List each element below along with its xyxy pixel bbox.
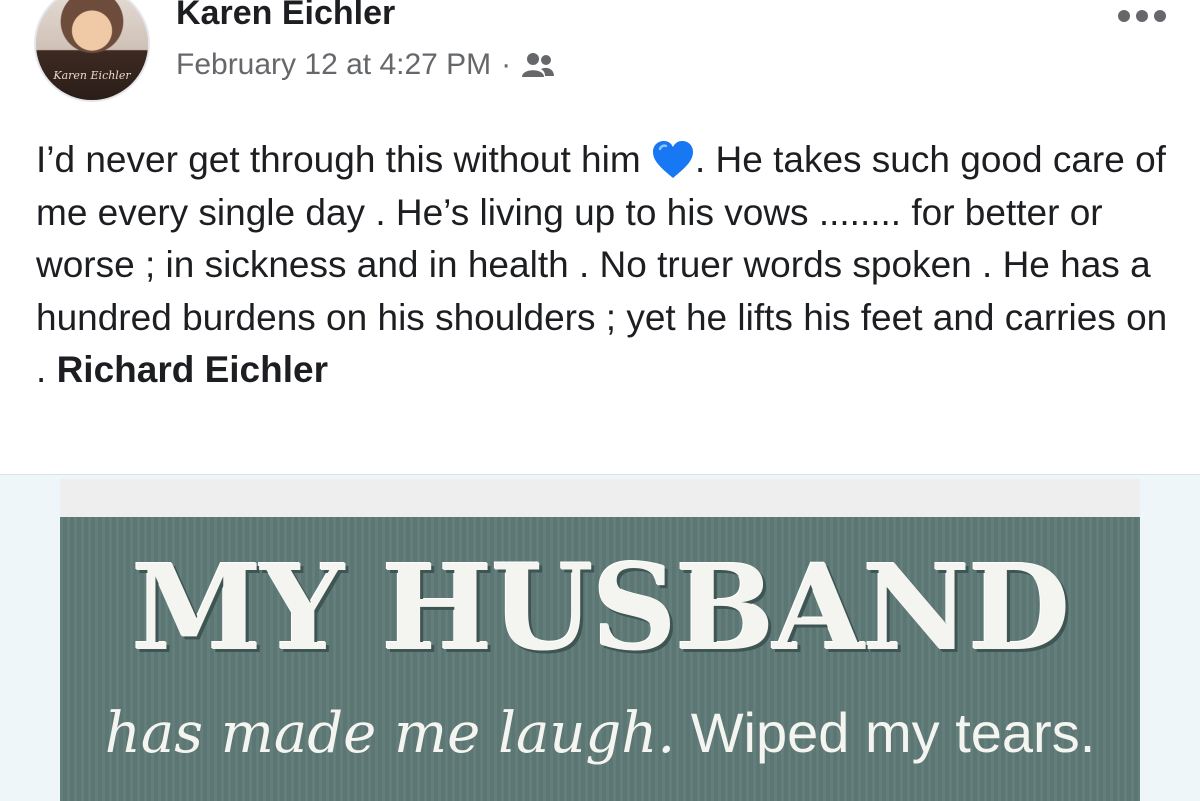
post-header: Karen Eichler Karen Eichler February 12 …: [0, 0, 1200, 120]
sign-title: MY HUSBAND: [131, 538, 1070, 677]
more-dot: [1154, 10, 1166, 22]
post-text: I’d never get through this without him .…: [36, 134, 1176, 397]
sign-script-text: has made me laugh.: [104, 701, 676, 766]
tagged-user-link[interactable]: Richard Eichler: [57, 349, 328, 390]
sign-plain-text: Wiped my tears.: [675, 701, 1096, 764]
post-timestamp[interactable]: February 12 at 4:27 PM: [176, 48, 491, 82]
more-dot: [1136, 10, 1148, 22]
blue-heart-icon: [651, 140, 695, 180]
meta-separator: ·: [501, 48, 512, 81]
avatar[interactable]: Karen Eichler: [34, 0, 150, 102]
sign-subtitle: has made me laugh. Wiped my tears.: [60, 705, 1140, 762]
more-dot: [1118, 10, 1130, 22]
friends-icon[interactable]: [521, 51, 555, 79]
author-name[interactable]: Karen Eichler: [176, 0, 395, 33]
post-image[interactable]: MY HUSBAND has made me laugh. Wiped my t…: [0, 474, 1200, 801]
avatar-signature: Karen Eichler: [53, 69, 131, 82]
more-options-icon[interactable]: [1118, 10, 1166, 22]
sign-image: MY HUSBAND has made me laugh. Wiped my t…: [60, 479, 1140, 801]
post-meta: February 12 at 4:27 PM ·: [176, 48, 555, 82]
post-text-part1: I’d never get through this without him: [36, 139, 651, 180]
